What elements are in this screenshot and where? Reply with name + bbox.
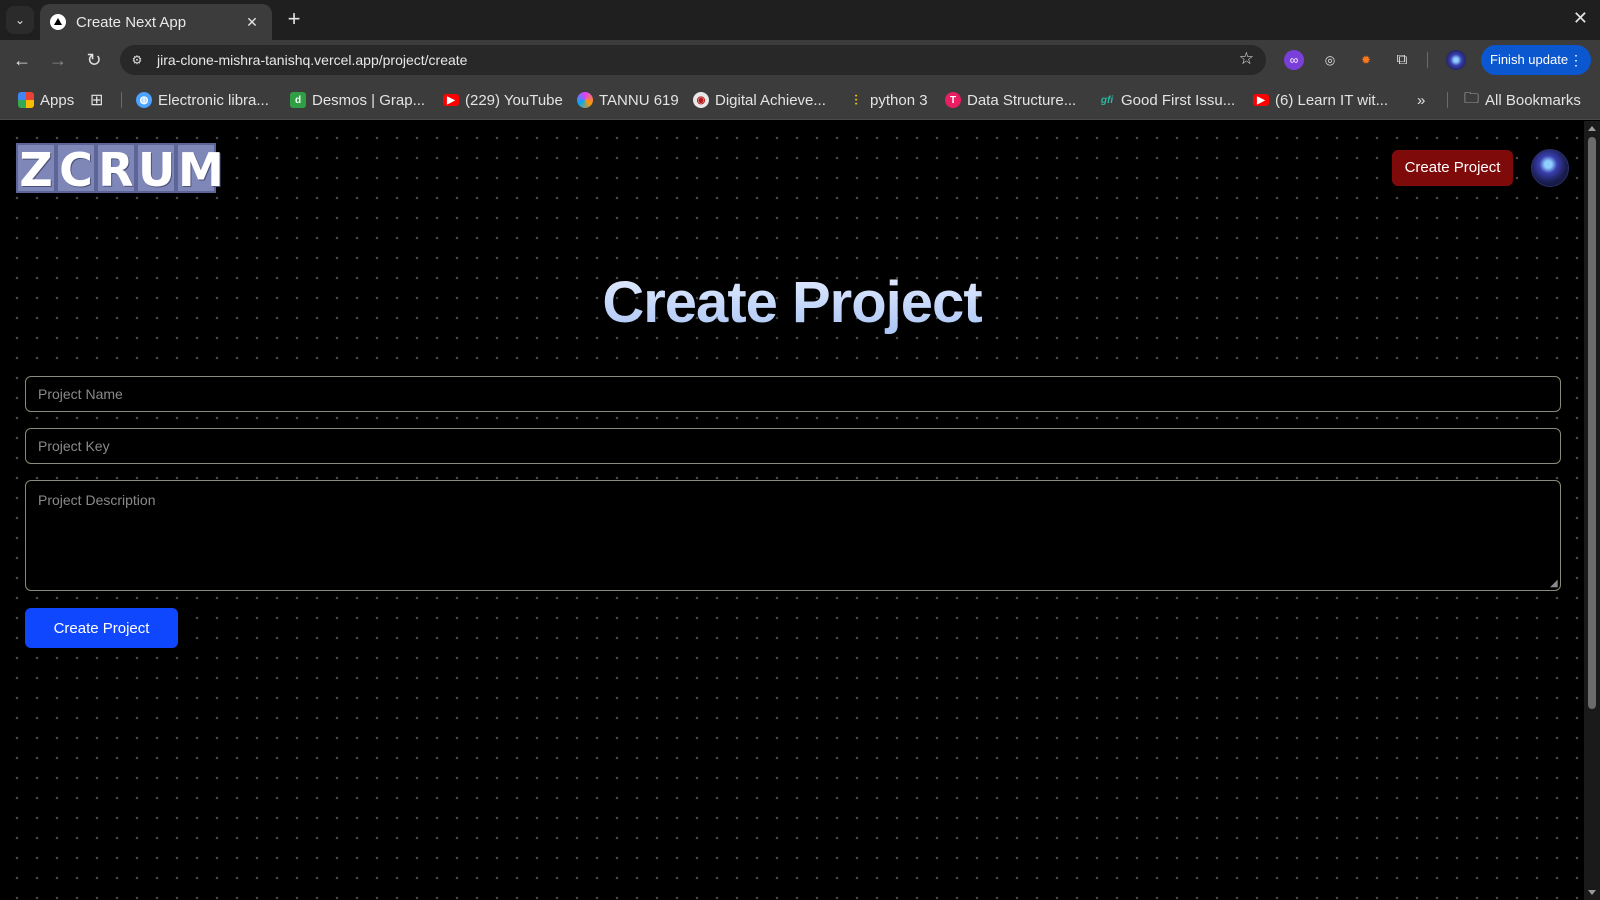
bookmarks-divider [1447, 92, 1448, 108]
page-title: Create Project [0, 269, 1584, 336]
page-scrollbar[interactable] [1584, 121, 1600, 900]
youtube-icon: ▶ [1253, 94, 1269, 106]
project-description-textarea[interactable] [25, 480, 1561, 591]
brand-icon: T [945, 92, 961, 108]
scroll-down-icon[interactable] [1588, 890, 1596, 895]
bookmarks-divider [121, 92, 122, 108]
project-name-input[interactable] [25, 376, 1561, 412]
chevron-down-icon: ⌄ [14, 13, 26, 27]
all-bookmarks-button[interactable]: 🗀 All Bookmarks [1464, 90, 1581, 110]
close-tab-icon[interactable]: ✕ [242, 14, 262, 31]
extension-icon[interactable]: ∞ [1284, 50, 1304, 70]
tab-groups-button[interactable]: ⊞ [90, 90, 103, 110]
extension-glasses-icon[interactable]: ◎ [1320, 50, 1340, 70]
new-tab-button[interactable]: + [282, 8, 306, 32]
bookmark-item[interactable]: ⫶ python 3 [848, 90, 928, 110]
user-avatar[interactable] [1531, 149, 1569, 187]
extensions-puzzle-icon[interactable]: ⧉ [1392, 50, 1412, 70]
bookmark-label: Good First Issu... [1121, 91, 1236, 109]
bookmark-item[interactable]: ◉ Digital Achieve... [693, 90, 826, 110]
bookmark-item[interactable]: T Data Structure... [945, 90, 1076, 110]
bookmark-item[interactable]: TANNU 619 [577, 90, 679, 110]
page-content: Z C R U M Create Project Create Project … [0, 121, 1584, 900]
zcrum-logo[interactable]: Z C R U M [16, 143, 224, 197]
bookmark-label: All Bookmarks [1485, 91, 1581, 109]
scroll-up-icon[interactable] [1588, 126, 1596, 131]
header-create-project-button[interactable]: Create Project [1392, 150, 1513, 186]
logo-letter: Z [16, 143, 56, 195]
gfi-icon: gfi [1100, 94, 1114, 106]
scrollbar-thumb[interactable] [1588, 137, 1596, 709]
site-info-icon[interactable]: ⚙ [128, 51, 146, 69]
tab-title: Create Next App [76, 13, 187, 31]
bookmark-item[interactable]: ▶ (229) YouTube [443, 90, 563, 110]
window-close-icon[interactable]: ✕ [1573, 8, 1588, 29]
browser-tab-strip: ⌄ Create Next App ✕ + ✕ [0, 0, 1600, 40]
browser-toolbar: ← → ↻ ⚙ jira-clone-mishra-tanishq.vercel… [0, 40, 1600, 80]
bars-icon: ⫶ [854, 91, 858, 108]
bookmark-item[interactable]: ◍ Electronic libra... [136, 90, 269, 110]
bookmark-label: python 3 [870, 91, 928, 109]
profile-avatar-icon[interactable] [1446, 50, 1466, 70]
bookmarks-bar: Apps ⊞ ◍ Electronic libra... d Desmos | … [0, 80, 1600, 120]
bookmark-item[interactable]: d Desmos | Grap... [290, 90, 425, 110]
address-bar[interactable]: ⚙ jira-clone-mishra-tanishq.vercel.app/p… [120, 45, 1266, 75]
logo-letter: R [96, 143, 136, 195]
desmos-icon: d [290, 92, 306, 108]
youtube-icon: ▶ [443, 94, 459, 106]
bookmark-label: (6) Learn IT wit... [1275, 91, 1389, 109]
browser-tab-active[interactable]: Create Next App ✕ [40, 4, 272, 40]
globe-icon: ◍ [136, 92, 152, 108]
bookmark-label: Desmos | Grap... [312, 91, 426, 109]
resize-handle-icon[interactable]: ◢ [1550, 579, 1560, 589]
extension-sun-icon[interactable]: ✹ [1356, 50, 1376, 70]
badge-icon: ◉ [693, 92, 709, 108]
toolbar-divider [1427, 52, 1428, 68]
logo-letter: U [136, 143, 176, 197]
vercel-favicon-icon [50, 14, 66, 30]
reload-button[interactable]: ↻ [82, 48, 106, 72]
finish-update-button[interactable]: Finish update ⋮ [1481, 45, 1591, 75]
bookmark-label: Data Structure... [967, 91, 1077, 109]
forward-button[interactable]: → [46, 48, 70, 72]
bookmark-label: Digital Achieve... [715, 91, 826, 109]
logo-letter: C [56, 143, 96, 195]
bookmark-label: Apps [40, 91, 75, 109]
bookmark-star-icon[interactable]: ☆ [1239, 49, 1254, 69]
bookmark-apps[interactable]: Apps [18, 90, 74, 110]
grid-icon: ⊞ [90, 92, 104, 109]
bookmark-item[interactable]: ▶ (6) Learn IT wit... [1253, 90, 1388, 110]
finish-update-label: Finish update [1490, 52, 1569, 67]
url-text[interactable]: jira-clone-mishra-tanishq.vercel.app/pro… [157, 52, 467, 68]
logo-letter: M [176, 143, 224, 197]
swirl-icon [577, 92, 593, 108]
project-key-input[interactable] [25, 428, 1561, 464]
create-project-submit-button[interactable]: Create Project [25, 608, 178, 648]
folder-icon: 🗀 [1464, 89, 1480, 107]
bookmark-label: (229) YouTube [465, 91, 563, 109]
tab-search-button[interactable]: ⌄ [6, 6, 34, 34]
bookmarks-overflow-button[interactable]: » [1417, 90, 1425, 110]
back-button[interactable]: ← [10, 48, 34, 72]
apps-grid-icon [18, 92, 34, 108]
bookmark-item[interactable]: gfi Good First Issu... [1099, 90, 1235, 110]
kebab-menu-icon[interactable]: ⋮ [1569, 45, 1583, 75]
bookmark-label: Electronic libra... [158, 91, 269, 109]
bookmark-label: TANNU 619 [599, 91, 679, 109]
